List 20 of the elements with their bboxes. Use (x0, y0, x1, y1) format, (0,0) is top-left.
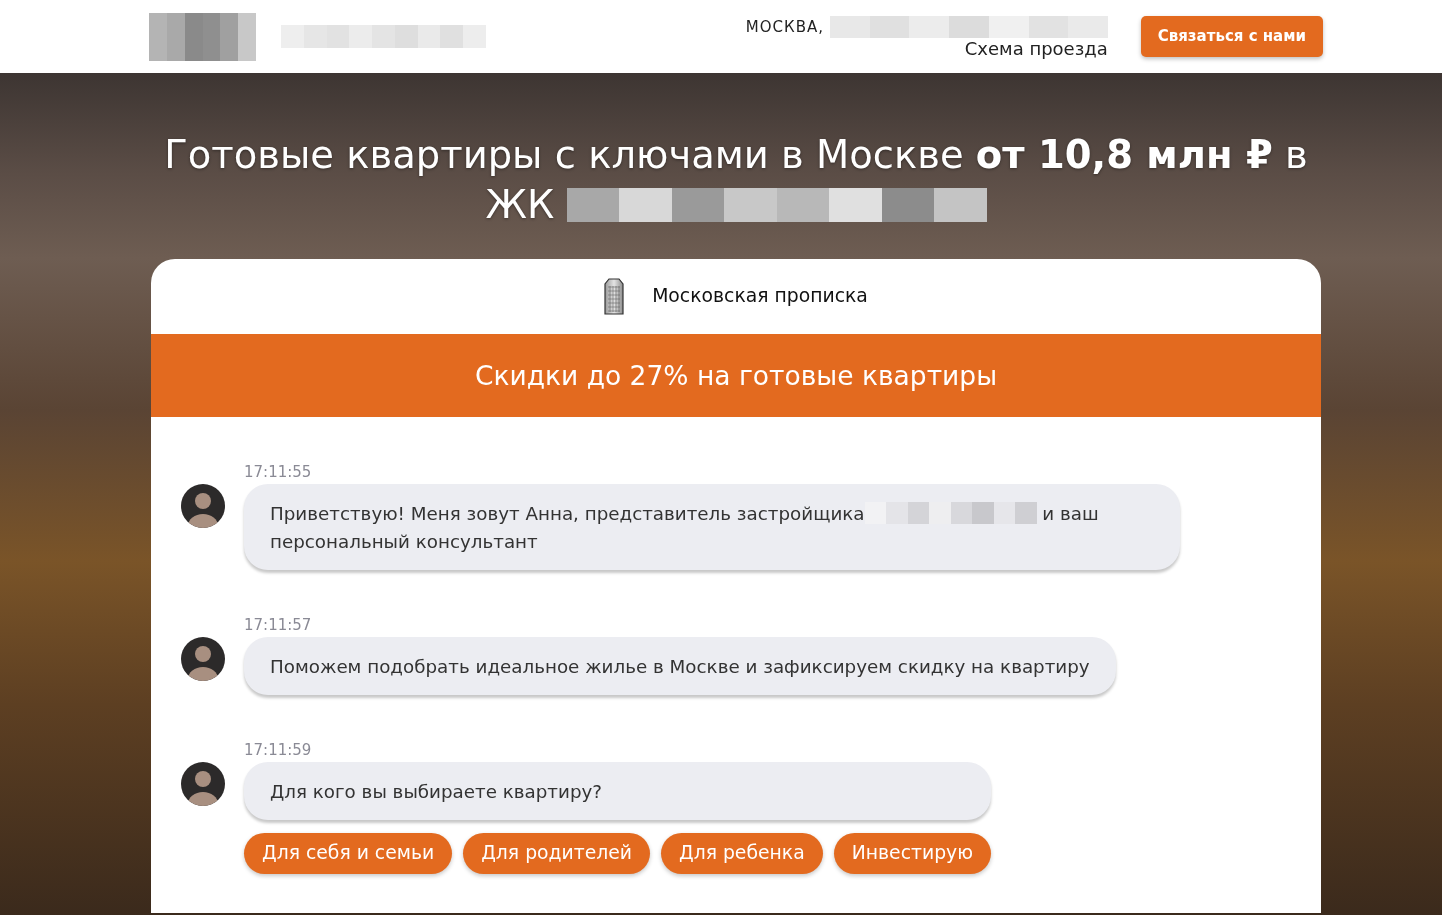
promo-banner: Скидки до 27% на готовые квартиры (151, 334, 1321, 417)
contact-button[interactable]: Связаться с нами (1140, 16, 1323, 57)
answer-option-button[interactable]: Для родителей (463, 833, 650, 874)
answer-option-button[interactable]: Инвестирую (833, 833, 991, 874)
message-text: Приветствую! Меня зовут Анна, представитель застройщика и ваш персональный консультант (270, 501, 1100, 554)
message-text: Для кого вы выбираете квартиру? (270, 780, 604, 804)
answer-option-button[interactable]: Для ребенка (661, 833, 823, 874)
avatar-icon (181, 637, 225, 681)
address-text: МОСКВА, (745, 15, 1108, 38)
message-time: 17:11:55 (244, 462, 313, 482)
building-icon (604, 278, 625, 315)
message-text: Поможем подобрать идеальное жилье в Москве и зафиксируем скидку на квартиру (270, 655, 1090, 679)
page-heading: Готовые квартиры с ключами в Москве от 10,8 млн ₽ в ЖК (163, 131, 1309, 229)
answer-option-button[interactable]: Для себя и семьи (244, 833, 453, 874)
route-link[interactable]: Схема проезда (964, 37, 1108, 60)
feature-label: Московская прописка (652, 284, 868, 309)
message-time: 17:11:59 (244, 740, 313, 760)
avatar-icon (181, 762, 225, 806)
message-time: 17:11:57 (244, 615, 313, 635)
avatar-icon (181, 484, 225, 528)
